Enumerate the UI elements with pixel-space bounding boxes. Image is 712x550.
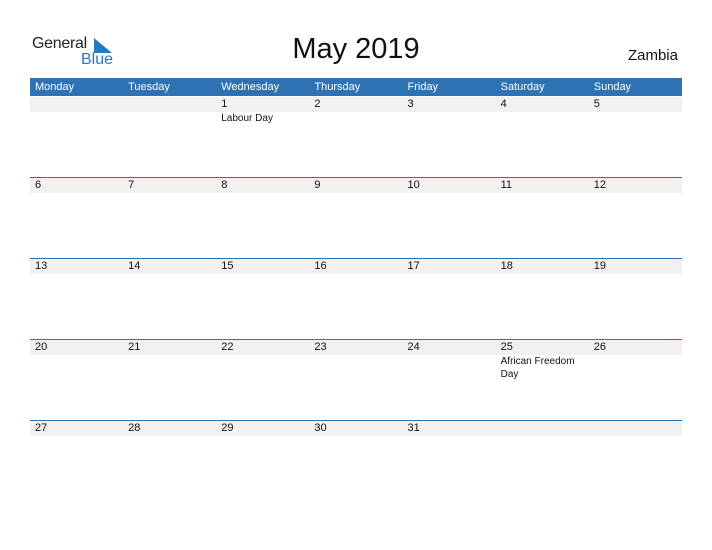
weekday-header-wednesday: Wednesday: [221, 81, 280, 93]
day-cell: 29: [216, 421, 309, 436]
day-cell: [496, 421, 589, 436]
day-number: 18: [500, 260, 513, 272]
day-cell: 24: [403, 340, 496, 381]
day-number: 29: [221, 422, 234, 434]
day-cell: 13: [30, 259, 123, 274]
day-number: 11: [500, 179, 513, 191]
day-cells: 1 Labour Day 2 3 4 5: [30, 97, 682, 125]
week-row: 1 Labour Day 2 3 4 5: [30, 96, 682, 177]
day-number: 7: [128, 179, 135, 191]
day-cell: 17: [403, 259, 496, 274]
day-cell: 20: [30, 340, 123, 381]
day-cell: [589, 421, 682, 436]
country-label: Zambia: [627, 47, 678, 64]
day-cell: 5: [589, 97, 682, 125]
day-cell: 9: [309, 178, 402, 193]
day-cell: 26: [589, 340, 682, 381]
day-number: 23: [314, 341, 327, 353]
week-row: 20 21 22 23 24 25 African Freedom Day 26: [30, 339, 682, 420]
day-number: 24: [407, 341, 420, 353]
weekday-header-row: Monday Tuesday Wednesday Thursday Friday…: [30, 78, 682, 96]
day-cell: 14: [123, 259, 216, 274]
weekday-header-sunday: Sunday: [593, 81, 632, 93]
day-number: 6: [35, 179, 42, 191]
weekday-header-saturday: Saturday: [500, 81, 545, 93]
day-number: 13: [35, 260, 48, 272]
day-cell: 1 Labour Day: [216, 97, 309, 125]
day-number: 28: [128, 422, 141, 434]
day-cell: 11: [496, 178, 589, 193]
week-row: 6 7 8 9 10 11 12: [30, 177, 682, 258]
day-cell: 6: [30, 178, 123, 193]
day-number: 9: [314, 179, 321, 191]
day-cells: 6 7 8 9 10 11 12: [30, 178, 682, 193]
day-cell: 27: [30, 421, 123, 436]
day-cell: 19: [589, 259, 682, 274]
day-number: 8: [221, 179, 228, 191]
day-number: 1: [221, 98, 228, 110]
day-number: [594, 421, 682, 436]
day-number: 21: [128, 341, 141, 353]
week-row: 27 28 29 30 31: [30, 420, 682, 501]
weekday-header-friday: Friday: [407, 81, 439, 93]
day-number: [128, 97, 216, 112]
day-cell: 25 African Freedom Day: [496, 340, 589, 381]
calendar-title: May 2019: [292, 33, 420, 65]
day-cell: 23: [309, 340, 402, 381]
day-cell: 7: [123, 178, 216, 193]
day-cells: 20 21 22 23 24 25 African Freedom Day 26: [30, 340, 682, 381]
day-number: 17: [407, 260, 420, 272]
day-number: 2: [314, 98, 321, 110]
day-cell: 22: [216, 340, 309, 381]
day-cell: 31: [403, 421, 496, 436]
holiday-label: Labour Day: [221, 113, 273, 124]
day-number: 3: [407, 98, 414, 110]
day-number: 20: [35, 341, 48, 353]
day-number: 30: [314, 422, 327, 434]
day-number: [35, 97, 123, 112]
day-number: [501, 421, 589, 436]
weekday-header-monday: Monday: [35, 81, 75, 93]
weeks-container: 1 Labour Day 2 3 4 5 6 7 8 9 10 11 12 13 14 15 16 17 18 19 2…: [30, 96, 682, 501]
holiday-label: African Freedom Day: [500, 356, 575, 380]
day-number: 16: [314, 260, 327, 272]
day-cell: 10: [403, 178, 496, 193]
weekday-header-tuesday: Tuesday: [128, 81, 170, 93]
day-number: 4: [500, 98, 507, 110]
day-cell: [30, 97, 123, 125]
day-number: 27: [35, 422, 48, 434]
day-cell: 28: [123, 421, 216, 436]
day-number: 22: [221, 341, 234, 353]
day-number: 26: [593, 341, 606, 353]
day-number: 25: [500, 341, 513, 353]
weekday-header-thursday: Thursday: [314, 81, 361, 93]
day-cell: 4: [496, 97, 589, 125]
week-row: 13 14 15 16 17 18 19: [30, 258, 682, 339]
day-number: 5: [593, 98, 600, 110]
day-cell: [123, 97, 216, 125]
day-cell: 12: [589, 178, 682, 193]
day-number: 12: [593, 179, 606, 191]
day-cell: 16: [309, 259, 402, 274]
day-cell: 2: [309, 97, 402, 125]
day-cell: 15: [216, 259, 309, 274]
day-number: 31: [407, 422, 420, 434]
day-cells: 27 28 29 30 31: [30, 421, 682, 436]
day-number: 19: [593, 260, 606, 272]
day-cell: 8: [216, 178, 309, 193]
day-number: 14: [128, 260, 141, 272]
day-cell: 21: [123, 340, 216, 381]
day-number: 15: [221, 260, 234, 272]
day-cell: 18: [496, 259, 589, 274]
day-cell: 3: [403, 97, 496, 125]
day-number: 10: [407, 179, 420, 191]
day-cell: 30: [309, 421, 402, 436]
calendar-grid: Monday Tuesday Wednesday Thursday Friday…: [30, 78, 682, 501]
day-cells: 13 14 15 16 17 18 19: [30, 259, 682, 274]
